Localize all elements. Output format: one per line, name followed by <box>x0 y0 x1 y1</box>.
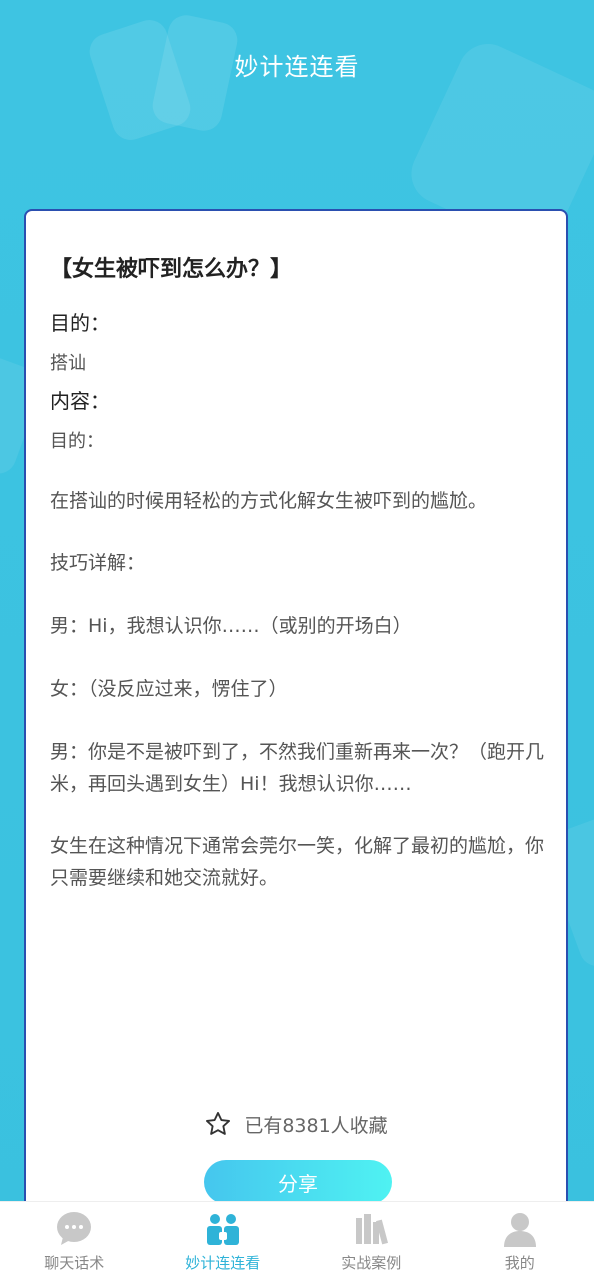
tab-label: 实战案例 <box>341 1254 402 1272</box>
chat-bubble-icon <box>54 1210 94 1248</box>
bottom-tab-bar: 聊天话术 妙计连连看 实战案例 我的 <box>0 1201 594 1280</box>
user-icon <box>500 1210 540 1248</box>
paragraph: 女：（没反应过来，愣住了） <box>50 678 288 700</box>
paragraph: 男：你是不是被吓到了，不然我们重新再来一次？（跑开几米，再回头遇到女生）Hi！我… <box>50 741 545 795</box>
paragraph: 女生在这种情况下通常会莞尔一笑，化解了最初的尴尬，你只需要继续和她交流就好。 <box>50 835 545 889</box>
content-purpose-label: 目的： <box>50 431 104 452</box>
paragraph: 男：Hi，我想认识你……（或别的开场白） <box>50 615 412 637</box>
tab-label: 聊天话术 <box>44 1254 105 1272</box>
tab-label: 我的 <box>504 1254 535 1272</box>
favorites-row: 已有8381人收藏 <box>26 1107 566 1141</box>
books-icon <box>351 1210 391 1248</box>
content-card: 【女生被吓到怎么办？】 目的： 搭讪 内容： 目的： 在搭讪的时候用轻松的方式化… <box>24 209 568 1209</box>
purpose-label: 目的： <box>50 311 110 335</box>
favorites-count: 已有8381人收藏 <box>244 1114 388 1137</box>
people-icon <box>203 1210 243 1248</box>
card-title: 【女生被吓到怎么办？】 <box>50 257 293 282</box>
page-title: 妙计连连看 <box>234 53 360 81</box>
purpose-value: 搭讪 <box>50 353 86 374</box>
paragraph: 在搭讪的时候用轻松的方式化解女生被吓到的尴尬。 <box>50 490 488 512</box>
tab-cases[interactable]: 实战案例 <box>297 1202 445 1273</box>
tab-profile[interactable]: 我的 <box>446 1202 594 1273</box>
tab-chat-scripts[interactable]: 聊天话术 <box>0 1202 148 1273</box>
share-button[interactable]: 分享 <box>204 1160 392 1204</box>
content-label: 内容： <box>50 389 110 413</box>
paragraph: 技巧详解： <box>50 552 146 574</box>
star-icon[interactable] <box>204 1110 232 1138</box>
tab-label: 妙计连连看 <box>185 1254 261 1272</box>
tab-tricks[interactable]: 妙计连连看 <box>149 1202 297 1273</box>
